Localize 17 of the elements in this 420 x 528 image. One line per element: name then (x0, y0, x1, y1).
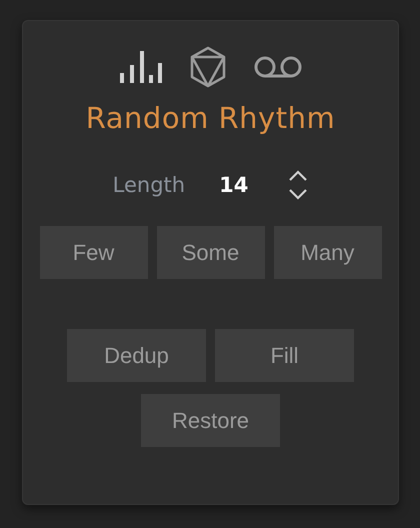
edit-button[interactable]: Dedup (67, 329, 206, 382)
up-down-icon (288, 169, 308, 201)
length-label: Length (112, 173, 186, 197)
density-button[interactable]: Few (40, 226, 148, 279)
density-button[interactable]: Some (156, 226, 264, 279)
mode-tab[interactable] (190, 46, 226, 88)
density-button[interactable]: Many (274, 226, 382, 279)
voicemail-icon (254, 55, 302, 79)
bar-chart-icon (120, 51, 162, 83)
panel-title: Random Rhythm (86, 101, 336, 135)
mode-tab[interactable] (120, 51, 162, 83)
edit-button[interactable]: Fill (215, 329, 354, 382)
restore-button[interactable]: Restore (141, 394, 280, 447)
length-value: 14 (219, 173, 248, 197)
mode-tab[interactable] (254, 55, 302, 79)
polyhedron-icon (190, 46, 226, 88)
stepper-button[interactable] (288, 169, 308, 201)
